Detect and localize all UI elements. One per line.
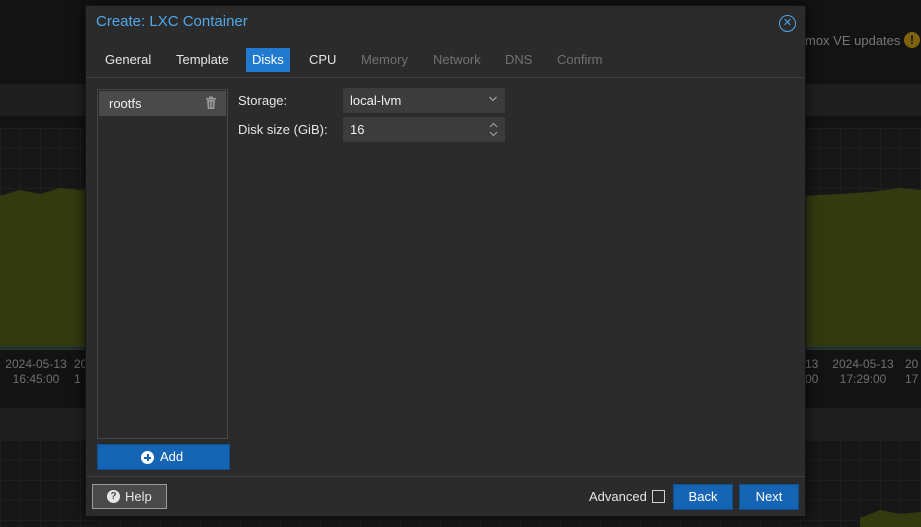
disk-size-value: 16	[350, 122, 365, 137]
back-button[interactable]: Back	[673, 484, 733, 510]
add-disk-button[interactable]: Add	[97, 444, 230, 470]
chevron-down-icon[interactable]	[489, 95, 497, 103]
storage-label: Storage:	[238, 93, 288, 108]
tab-general[interactable]: General	[99, 48, 157, 72]
question-circle-icon: ?	[107, 490, 120, 503]
wizard-tabbar: General Template Disks CPU Memory Networ…	[86, 43, 805, 78]
tab-memory: Memory	[361, 52, 408, 67]
disk-size-label: Disk size (GiB):	[238, 122, 328, 137]
disk-list: rootfs	[97, 89, 228, 439]
help-label: Help	[125, 489, 152, 504]
tab-template[interactable]: Template	[170, 48, 235, 72]
tab-cpu[interactable]: CPU	[303, 48, 342, 72]
footer-divider	[86, 476, 805, 477]
trash-icon[interactable]	[204, 96, 218, 110]
tab-network: Network	[433, 52, 481, 67]
dialog-title: Create: LXC Container	[96, 13, 248, 30]
spinner-arrows-icon[interactable]	[489, 121, 498, 138]
advanced-checkbox[interactable]	[652, 490, 665, 503]
tab-dns: DNS	[505, 52, 533, 67]
tab-disks[interactable]: Disks	[246, 48, 290, 72]
next-button[interactable]: Next	[739, 484, 799, 510]
storage-select[interactable]: local-lvm	[343, 88, 505, 113]
advanced-label: Advanced	[589, 489, 647, 504]
tab-confirm: Confirm	[557, 52, 603, 67]
create-lxc-dialog: Create: LXC Container ✕ General Template…	[85, 5, 806, 517]
disk-size-input[interactable]: 16	[343, 117, 505, 142]
plus-circle-icon	[141, 451, 154, 464]
dialog-header: Create: LXC Container ✕	[86, 6, 805, 42]
storage-value: local-lvm	[350, 93, 402, 108]
add-disk-label: Add	[160, 449, 184, 464]
disk-item-rootfs[interactable]: rootfs	[99, 91, 226, 116]
close-icon[interactable]: ✕	[779, 15, 796, 32]
help-button[interactable]: ? Help	[92, 484, 167, 509]
disk-item-label: rootfs	[109, 96, 142, 111]
